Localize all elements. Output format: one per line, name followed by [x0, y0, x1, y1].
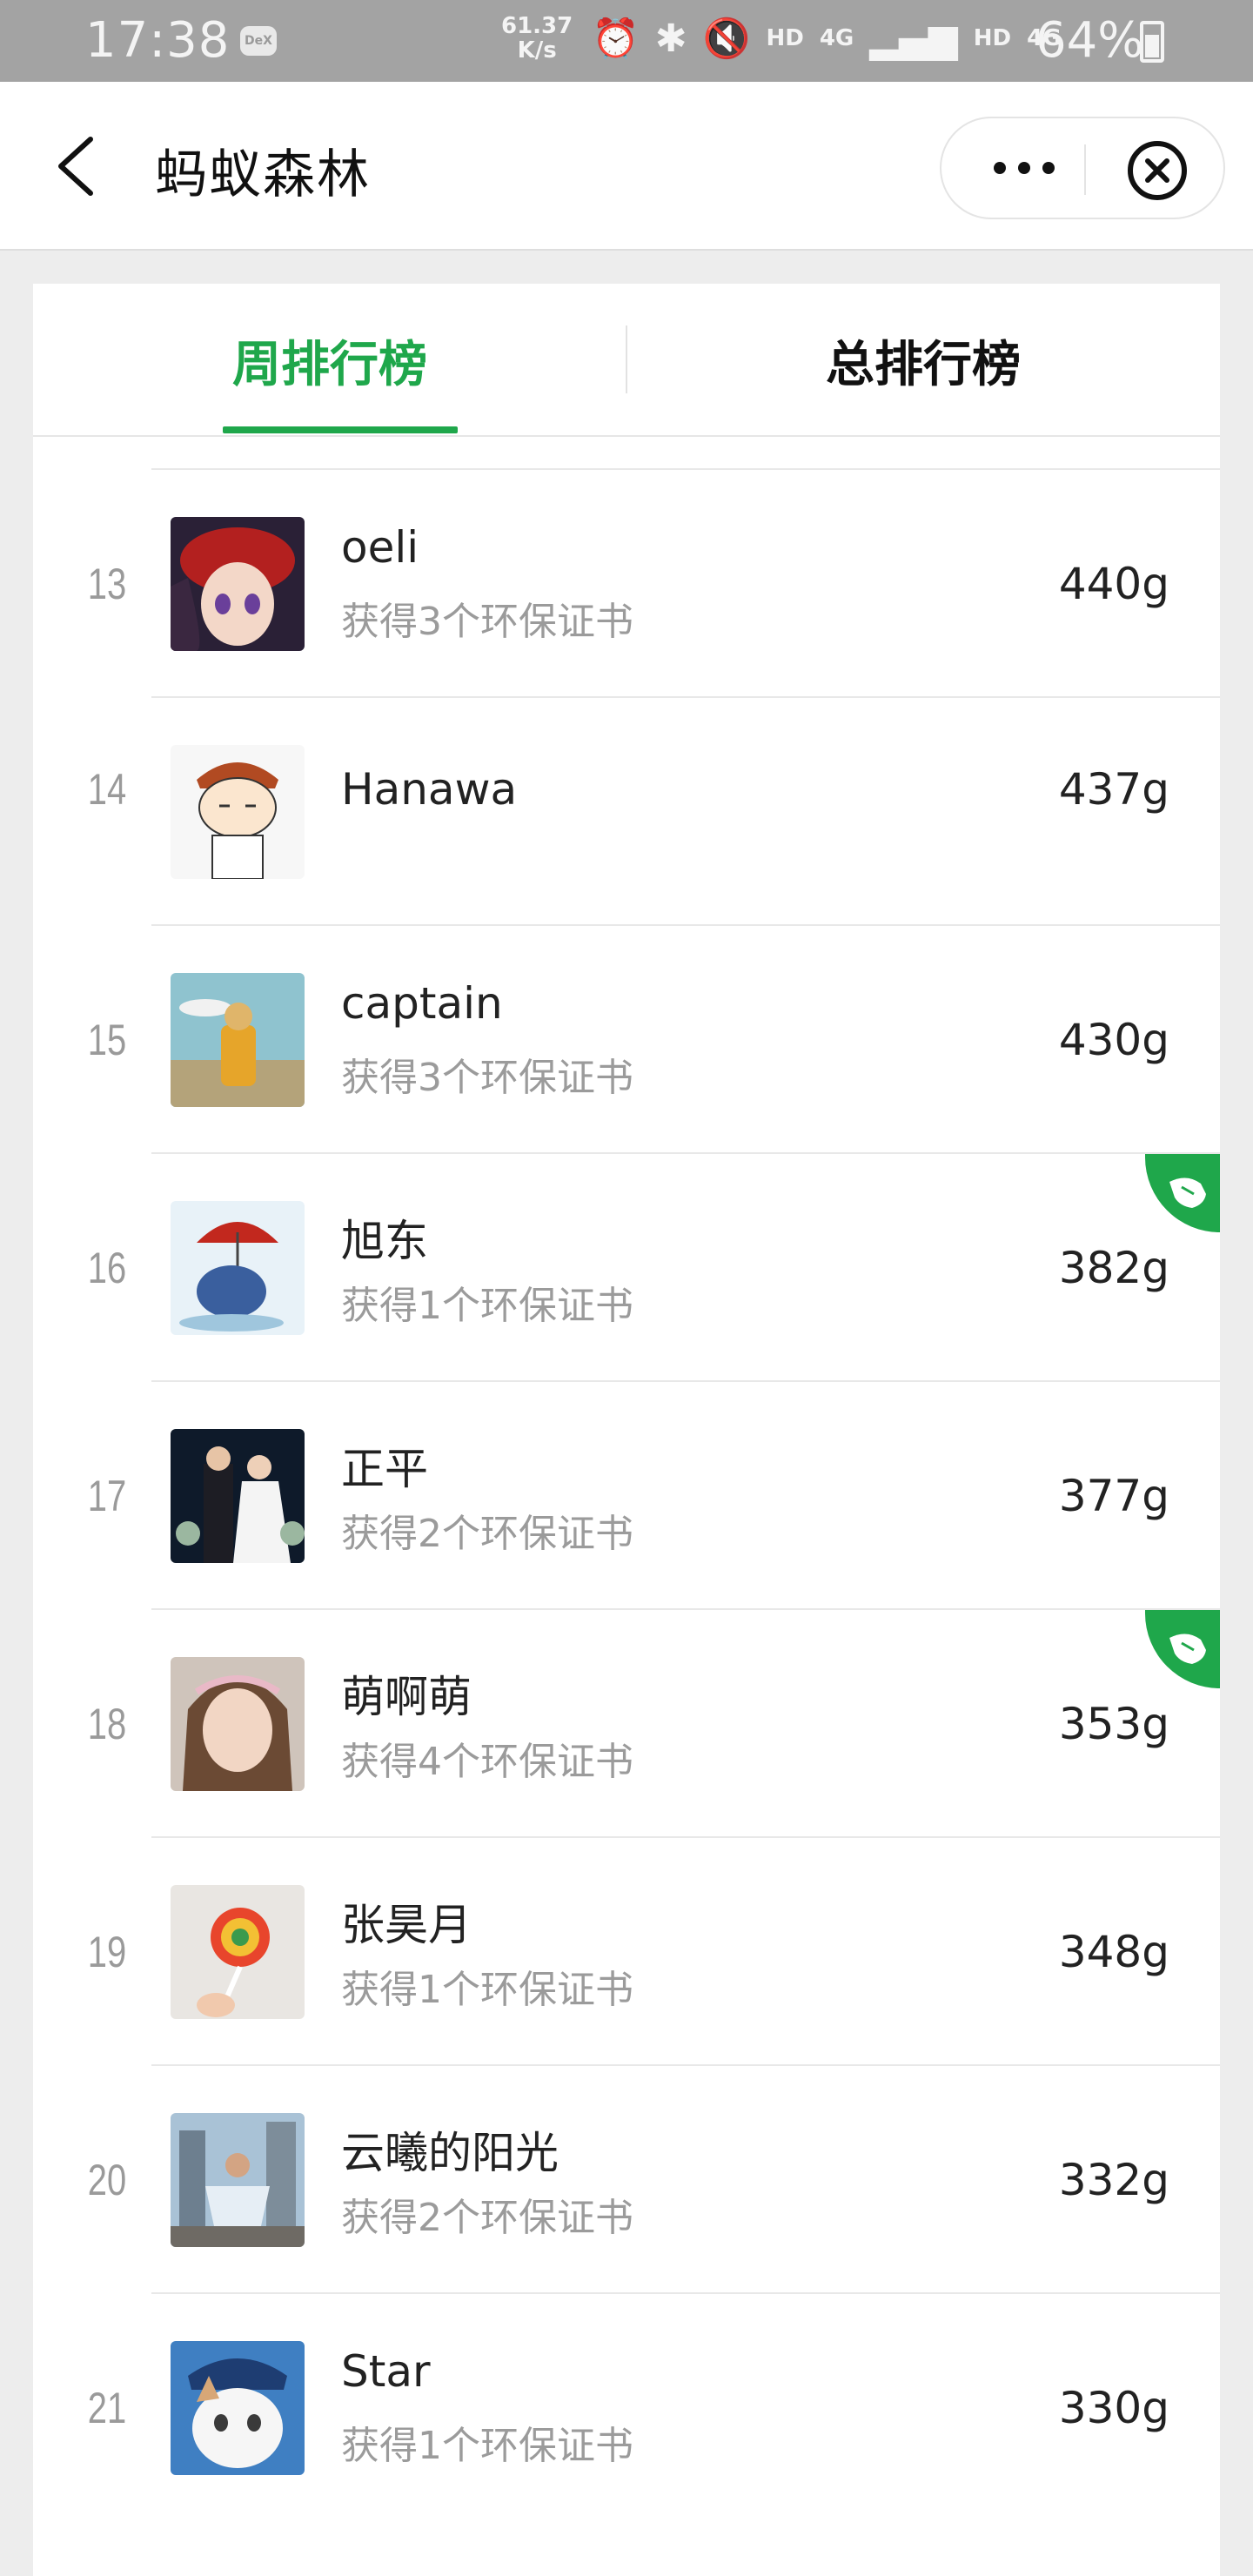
battery-icon — [1140, 21, 1164, 63]
certificate-count: 获得1个环保证书 — [341, 1284, 633, 1328]
back-arrow-icon — [58, 137, 93, 196]
user-name: 萌啊萌 — [341, 1672, 472, 1722]
network-speed-value: 61.37 — [501, 13, 573, 39]
avatar — [171, 973, 305, 1107]
help-collect-badge[interactable] — [1145, 1610, 1220, 1688]
status-time: 17:38 — [85, 12, 231, 69]
leaderboard-row[interactable]: 17 正平 获得2个环保证书 377g — [33, 1382, 1220, 1610]
rank-number: 17 — [87, 1472, 127, 1520]
avatar — [171, 2341, 305, 2475]
hd-label-2: HD — [973, 25, 1012, 51]
leaderboard-row[interactable]: 21 Star 获得1个环保证书 330g — [33, 2294, 1220, 2522]
rank-number: 18 — [87, 1700, 127, 1748]
more-button[interactable] — [985, 138, 1063, 198]
avatar — [171, 1201, 305, 1335]
more-dot-icon — [994, 162, 1006, 174]
user-name: oeli — [341, 522, 419, 573]
avatar — [171, 1429, 305, 1563]
battery-percent: 64% — [1035, 12, 1144, 69]
more-dot-icon — [1042, 162, 1055, 174]
certificate-count: 获得2个环保证书 — [341, 1512, 633, 1556]
avatar — [171, 1657, 305, 1791]
close-circle-icon — [1128, 141, 1187, 200]
avatar — [171, 1885, 305, 2019]
energy-score: 353g — [1058, 1699, 1169, 1749]
ranking-card: 周排行榜 总排行榜 12 白雨 468g 13 oeli 获得3个环保证书 44… — [33, 284, 1220, 2576]
energy-score: 437g — [1058, 764, 1169, 815]
energy-score: 348g — [1058, 1927, 1169, 1977]
rank-number: 15 — [87, 1016, 127, 1064]
capsule-divider — [1084, 144, 1086, 195]
certificate-count: 获得4个环保证书 — [341, 1740, 633, 1784]
rank-number: 21 — [87, 2384, 127, 2432]
leaderboard-row[interactable]: 15 captain 获得3个环保证书 430g — [33, 926, 1220, 1154]
rank-number: 20 — [87, 2156, 127, 2204]
dex-icon: DeX — [240, 26, 277, 56]
status-bar: 17:38 DeX 61.37 K/s ⏰ ✱ 🔇 HD 4G ▂▄▆ HD 4… — [0, 0, 1253, 82]
user-name: 正平 — [341, 1444, 428, 1494]
hand-icon — [1169, 1633, 1206, 1664]
more-dot-icon — [1018, 162, 1030, 174]
energy-score: 382g — [1058, 1243, 1169, 1293]
rank-number: 19 — [87, 1928, 127, 1976]
rank-number: 14 — [87, 765, 127, 814]
user-name: captain — [341, 978, 503, 1029]
avatar — [171, 2113, 305, 2247]
avatar — [171, 517, 305, 651]
mute-icon: 🔇 — [702, 17, 751, 61]
hd-label-1: HD — [766, 25, 804, 51]
user-name: Star — [341, 2346, 431, 2397]
ranking-tabs: 周排行榜 总排行榜 — [33, 284, 1220, 437]
energy-score: 440g — [1058, 559, 1169, 609]
certificate-count: 获得2个环保证书 — [341, 2196, 633, 2240]
signal-icon-1: ▂▄▆ — [869, 16, 958, 61]
network-speed-unit: K/s — [517, 37, 557, 64]
hand-icon — [1169, 1177, 1206, 1208]
certificate-count: 获得3个环保证书 — [341, 600, 633, 644]
back-button[interactable] — [52, 136, 101, 197]
close-button[interactable] — [1126, 139, 1189, 202]
energy-score: 332g — [1058, 2155, 1169, 2205]
energy-score: 330g — [1058, 2383, 1169, 2433]
user-name: Hanawa — [341, 764, 518, 815]
page-title: 蚂蚁森林 — [155, 144, 371, 205]
leaderboard-row[interactable]: 19 张昊月 获得1个环保证书 348g — [33, 1838, 1220, 2066]
leaderboard-row[interactable]: 14 Hanawa 437g — [33, 698, 1220, 926]
rank-number: 13 — [87, 560, 127, 608]
bluetooth-icon: ✱ — [654, 16, 687, 61]
network-speed: 61.37 K/s — [501, 14, 573, 63]
tab-weekly-ranking[interactable]: 周排行榜 — [33, 284, 626, 437]
mini-program-capsule — [940, 117, 1225, 219]
tab-total-ranking[interactable]: 总排行榜 — [626, 284, 1220, 437]
help-collect-badge[interactable] — [1145, 1154, 1220, 1232]
energy-score: 377g — [1058, 1471, 1169, 1521]
leaderboard-row[interactable]: 16 旭东 获得1个环保证书 382g — [33, 1154, 1220, 1382]
rank-number: 16 — [87, 1244, 127, 1292]
active-tab-indicator — [223, 426, 458, 433]
avatar — [171, 745, 305, 879]
user-name: 旭东 — [341, 1216, 428, 1266]
nav-bar: 蚂蚁森林 — [0, 82, 1253, 251]
status-icons: ⏰ ✱ 🔇 HD 4G ▂▄▆ HD 4G — [592, 16, 1062, 62]
certificate-count: 获得1个环保证书 — [341, 2424, 633, 2468]
lte-label-1: 4G — [819, 25, 854, 51]
user-name: 云曦的阳光 — [341, 2128, 559, 2178]
leaderboard-row[interactable]: 18 萌啊萌 获得4个环保证书 353g — [33, 1610, 1220, 1838]
user-name: 张昊月 — [341, 1900, 472, 1950]
energy-score: 430g — [1058, 1015, 1169, 1065]
alarm-icon: ⏰ — [592, 17, 640, 61]
certificate-count: 获得3个环保证书 — [341, 1056, 633, 1100]
certificate-count: 获得1个环保证书 — [341, 1968, 633, 2012]
leaderboard-row[interactable]: 13 oeli 获得3个环保证书 440g — [33, 470, 1220, 698]
leaderboard-row[interactable]: 20 云曦的阳光 获得2个环保证书 332g — [33, 2066, 1220, 2294]
